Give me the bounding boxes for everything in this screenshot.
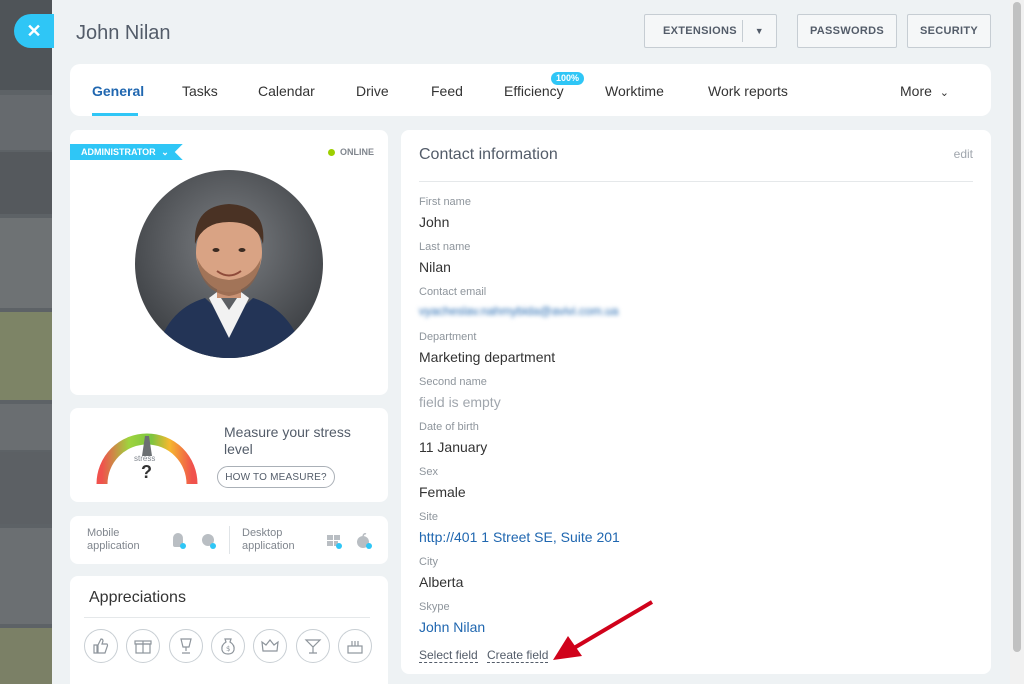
android-icon[interactable] <box>170 533 186 549</box>
tab-calendar[interactable]: Calendar <box>258 83 315 99</box>
scrollbar-thumb[interactable] <box>1013 2 1021 652</box>
page-title: John Nilan <box>76 22 171 44</box>
tab-efficiency[interactable]: Efficiency <box>504 83 564 99</box>
appreciations-title: Appreciations <box>89 589 186 606</box>
field-value: field is empty <box>419 394 501 410</box>
mobile-app-label: Mobile application <box>87 527 140 552</box>
tab-drive[interactable]: Drive <box>356 83 389 99</box>
field-label: Second name <box>419 376 487 388</box>
field-label: Department <box>419 331 477 343</box>
field-value: Marketing department <box>419 349 556 365</box>
appreciations-card: Appreciations $ <box>70 576 388 684</box>
field-second-name: Second name field is empty <box>419 376 501 410</box>
create-field-link[interactable]: Create field <box>487 648 549 663</box>
avatar-photo <box>135 170 323 358</box>
field-city: City Alberta <box>419 556 463 590</box>
tab-more[interactable]: More ⌄ <box>900 83 949 99</box>
field-contact-email: Contact email vyacheslav.nahmybida@avivi… <box>419 286 618 318</box>
trophy-icon[interactable] <box>169 629 203 663</box>
contact-divider <box>419 181 973 182</box>
field-label: Contact email <box>419 286 487 298</box>
field-label: First name <box>419 196 471 208</box>
tab-worktime[interactable]: Worktime <box>605 83 664 99</box>
field-first-name: First name John <box>419 196 471 230</box>
role-badge[interactable]: ADMINISTRATOR ⌄ <box>70 144 183 160</box>
avatar[interactable] <box>135 170 323 358</box>
chevron-down-icon[interactable]: ▼ <box>743 26 776 36</box>
field-skype: Skype John Nilan <box>419 601 485 635</box>
role-label: ADMINISTRATOR <box>81 147 156 157</box>
field-label: Site <box>419 511 438 523</box>
stress-text: Measure your stress level <box>224 424 351 457</box>
apple-icon[interactable] <box>356 533 372 549</box>
field-date-of-birth: Date of birth 11 January <box>419 421 487 455</box>
tab-more-label: More <box>900 83 932 99</box>
field-value: Nilan <box>419 259 451 275</box>
field-value: Alberta <box>419 574 464 590</box>
field-department: Department Marketing department <box>419 331 555 365</box>
tab-feed[interactable]: Feed <box>431 83 463 99</box>
security-button[interactable]: SECURITY <box>907 14 991 48</box>
edit-link[interactable]: edit <box>954 147 973 161</box>
cocktail-icon[interactable] <box>296 629 330 663</box>
field-label: Sex <box>419 466 438 478</box>
money-bag-icon[interactable]: $ <box>211 629 245 663</box>
status-label: ONLINE <box>339 147 374 157</box>
apps-card: Mobile application Desktop application <box>70 516 388 564</box>
tab-work-reports[interactable]: Work reports <box>708 83 788 99</box>
tab-tasks[interactable]: Tasks <box>182 83 218 99</box>
field-sex: Sex Female <box>419 466 466 500</box>
windows-icon[interactable] <box>326 533 342 549</box>
chevron-down-icon: ⌄ <box>939 87 950 99</box>
app-store-icon[interactable] <box>200 533 216 549</box>
chevron-down-icon: ⌄ <box>161 147 169 157</box>
site-link[interactable]: http://401 1 Street SE, Suite 201 <box>419 529 620 545</box>
profile-card: ADMINISTRATOR ⌄ ONLINE <box>70 130 388 395</box>
field-value: John <box>419 214 450 230</box>
field-label: Skype <box>419 601 450 613</box>
tab-bar: General Tasks Calendar Drive Feed 100% E… <box>70 64 991 116</box>
email-link[interactable]: vyacheslav.nahmybida@avivi.com.ua <box>419 304 618 318</box>
passwords-button[interactable]: PASSWORDS <box>797 14 897 48</box>
how-to-measure-button[interactable]: HOW TO MEASURE? <box>217 466 335 488</box>
field-label: Last name <box>419 241 471 253</box>
contact-title: Contact information <box>419 146 558 163</box>
close-slider-button[interactable]: ✕ <box>14 14 54 48</box>
skype-link[interactable]: John Nilan <box>419 619 485 635</box>
appreciations-divider <box>84 617 370 618</box>
online-status: ONLINE <box>327 147 374 157</box>
cake-icon[interactable] <box>338 629 372 663</box>
thumbs-up-icon[interactable] <box>84 629 118 663</box>
crown-icon[interactable] <box>253 629 287 663</box>
scrollbar[interactable] <box>1010 0 1024 684</box>
active-tab-indicator <box>92 113 138 116</box>
field-label: Date of birth <box>419 421 479 433</box>
apps-divider <box>229 526 230 554</box>
contact-card: Contact information edit First name John… <box>401 130 991 674</box>
background-overlay <box>0 0 60 684</box>
stress-card: stress ? Measure your stress level HOW T… <box>70 408 388 502</box>
gift-icon[interactable] <box>126 629 160 663</box>
field-site: Site http://401 1 Street SE, Suite 201 <box>419 511 620 545</box>
desktop-app-label: Desktop application <box>242 527 295 552</box>
online-dot-icon <box>327 148 335 156</box>
profile-slider: John Nilan EXTENSIONS ▼ PASSWORDS SECURI… <box>52 0 1010 684</box>
field-last-name: Last name Nilan <box>419 241 470 275</box>
field-label: City <box>419 556 438 568</box>
field-value: Female <box>419 484 466 500</box>
select-field-link[interactable]: Select field <box>419 648 478 663</box>
gauge-value: ? <box>141 462 152 482</box>
tab-general[interactable]: General <box>92 83 144 99</box>
field-value: 11 January <box>419 439 488 455</box>
extensions-button[interactable]: EXTENSIONS ▼ <box>644 14 777 48</box>
close-icon: ✕ <box>26 20 42 41</box>
extensions-label: EXTENSIONS <box>663 25 737 37</box>
svg-text:$: $ <box>226 645 230 653</box>
